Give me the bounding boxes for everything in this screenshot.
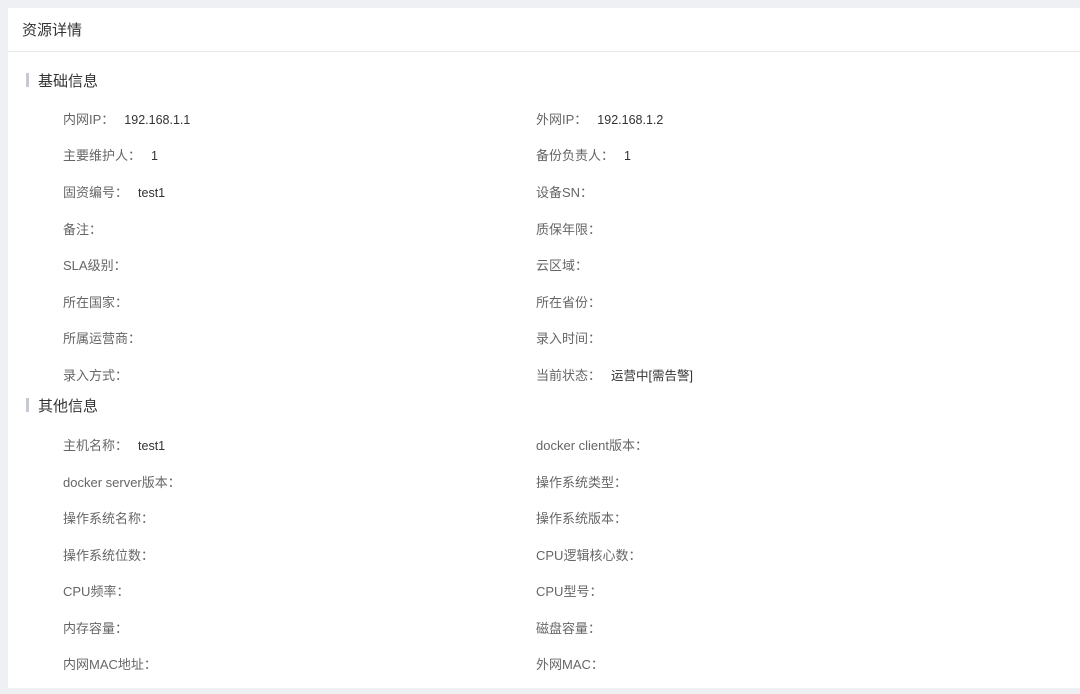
field-os-type: 操作系统类型： <box>536 475 628 490</box>
field-row: SLA级别： 云区域： <box>8 255 1080 275</box>
field-remark: 备注： <box>63 222 103 237</box>
field-docker-server-version: docker server版本： <box>63 475 181 490</box>
page-title: 资源详情 <box>8 8 1080 52</box>
field-warranty-years: 质保年限： <box>536 222 602 237</box>
field-row: 所在国家： 所在省份： <box>8 292 1080 312</box>
section-title-text: 基础信息 <box>38 72 99 90</box>
section-title-text: 其他信息 <box>38 397 99 415</box>
field-row: 操作系统位数： CPU逻辑核心数： <box>8 545 1080 565</box>
field-extranet-mac: 外网MAC： <box>536 657 604 672</box>
field-row: CPU频率： CPU型号： <box>8 581 1080 601</box>
field-cloud-region: 云区域： <box>536 258 589 273</box>
field-intranet-mac: 内网MAC地址： <box>63 657 157 672</box>
field-row: 内存容量： 磁盘容量： <box>8 618 1080 638</box>
field-entry-time: 录入时间： <box>536 331 602 346</box>
field-intranet-ip: 内网IP： 192.168.1.1 <box>63 112 191 127</box>
field-row: 所属运营商： 录入时间： <box>8 328 1080 348</box>
field-disk-capacity: 磁盘容量： <box>536 621 602 636</box>
field-province: 所在省份： <box>536 295 602 310</box>
field-asset-number: 固资编号： test1 <box>63 185 166 200</box>
page-title-text: 资源详情 <box>22 22 83 39</box>
field-backup-owner: 备份负责人： 1 <box>536 148 631 163</box>
section-bar <box>26 73 29 87</box>
field-os-name: 操作系统名称： <box>63 511 155 526</box>
field-entry-method: 录入方式： <box>63 368 129 383</box>
field-hostname: 主机名称： test1 <box>63 438 166 453</box>
field-memory-capacity: 内存容量： <box>63 621 129 636</box>
field-extranet-ip: 外网IP： 192.168.1.2 <box>536 112 664 127</box>
field-country: 所在国家： <box>63 295 129 310</box>
field-os-bits: 操作系统位数： <box>63 548 155 563</box>
section-bar <box>26 398 29 412</box>
resource-detail-card: 资源详情 基础信息 内网IP： 192.168.1.1 外网IP： 192.168.… <box>8 8 1080 688</box>
field-current-status: 当前状态： 运营中[需告警] <box>536 368 693 383</box>
section-title-other: 其他信息 <box>26 395 98 415</box>
field-cpu-model: CPU型号： <box>536 584 603 599</box>
field-sla-level: SLA级别： <box>63 258 127 273</box>
field-cpu-frequency: CPU频率： <box>63 584 130 599</box>
field-row: 固资编号： test1 设备SN： <box>8 182 1080 202</box>
field-cpu-logical-cores: CPU逻辑核心数： <box>536 548 642 563</box>
field-device-sn: 设备SN： <box>536 185 594 200</box>
field-os-version: 操作系统版本： <box>536 511 628 526</box>
field-row: docker server版本： 操作系统类型： <box>8 472 1080 492</box>
field-row: 内网MAC地址： 外网MAC： <box>8 654 1080 674</box>
field-row: 备注： 质保年限： <box>8 219 1080 239</box>
field-row: 录入方式： 当前状态： 运营中[需告警] <box>8 365 1080 385</box>
field-docker-client-version: docker client版本： <box>536 438 648 453</box>
field-row: 主要维护人： 1 备份负责人： 1 <box>8 145 1080 165</box>
field-primary-maintainer: 主要维护人： 1 <box>63 148 158 163</box>
section-title-basic: 基础信息 <box>26 70 98 90</box>
field-carrier: 所属运营商： <box>63 331 142 346</box>
field-row: 操作系统名称： 操作系统版本： <box>8 508 1080 528</box>
field-row: 主机名称： test1 docker client版本： <box>8 435 1080 455</box>
field-row: 内网IP： 192.168.1.1 外网IP： 192.168.1.2 <box>8 109 1080 129</box>
